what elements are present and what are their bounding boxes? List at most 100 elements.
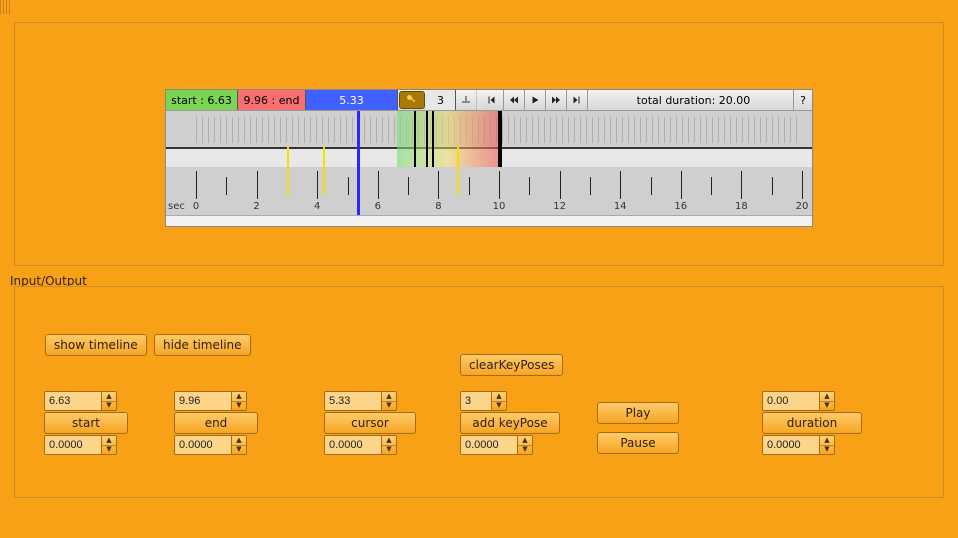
start-delta-input[interactable]: [45, 436, 101, 454]
time-axis: sec 02468101214161820: [166, 167, 812, 215]
spin-up[interactable]: ▲: [518, 436, 532, 446]
axis-tick-label: 10: [493, 201, 506, 212]
spin-down[interactable]: ▼: [518, 446, 532, 455]
duration-value-spin[interactable]: ▲▼: [762, 391, 835, 411]
axis-tick-label: 12: [553, 201, 566, 212]
spin-down[interactable]: ▼: [820, 402, 834, 411]
spin-up[interactable]: ▲: [232, 436, 246, 446]
end-readout[interactable]: 9.96 : end: [238, 90, 306, 110]
spin-up[interactable]: ▲: [232, 392, 246, 402]
timeline-toolbar: start : 6.63 9.96 : end 5.33 3: [166, 90, 812, 111]
spin-arrows[interactable]: ▲▼: [819, 392, 834, 410]
timeline-footer: [166, 215, 812, 226]
segment-marker: [426, 111, 428, 167]
duration-delta-input[interactable]: [763, 436, 819, 454]
add-keypose-button[interactable]: add keyPose: [460, 412, 560, 434]
spin-down[interactable]: ▼: [492, 402, 506, 411]
spin-up[interactable]: ▲: [492, 392, 506, 402]
end-button[interactable]: end: [174, 412, 258, 434]
play-button[interactable]: [525, 90, 546, 110]
pause-big-button[interactable]: Pause: [597, 432, 679, 454]
cursor-marker[interactable]: [357, 111, 360, 215]
spin-arrows[interactable]: ▲▼: [819, 436, 834, 454]
show-timeline-button[interactable]: show timeline: [45, 334, 147, 356]
axis-tick-label: 16: [674, 201, 687, 212]
end-value-input[interactable]: [175, 392, 231, 410]
start-value-input[interactable]: [45, 392, 101, 410]
keypose-icon[interactable]: [399, 91, 425, 109]
timeline-track[interactable]: sec 02468101214161820: [166, 111, 812, 215]
spin-down[interactable]: ▼: [102, 402, 116, 411]
segment-marker: [432, 111, 434, 167]
axis-tick-label: 14: [614, 201, 627, 212]
spin-arrows[interactable]: ▲▼: [101, 436, 116, 454]
forward-button[interactable]: [546, 90, 567, 110]
spin-arrows[interactable]: ▲▼: [381, 392, 396, 410]
segment-marker: [414, 111, 416, 167]
cursor-delta-input[interactable]: [325, 436, 381, 454]
hide-timeline-button[interactable]: hide timeline: [154, 334, 251, 356]
total-duration-readout: total duration: 20.00: [594, 90, 794, 110]
axis-tick-label: 8: [435, 201, 441, 212]
start-button[interactable]: start: [44, 412, 128, 434]
axis-tick-label: 6: [375, 201, 381, 212]
keypose-value-input[interactable]: [461, 392, 491, 410]
start-delta-spin[interactable]: ▲▼: [44, 435, 117, 455]
spin-up[interactable]: ▲: [102, 436, 116, 446]
axis-tick-label: 20: [796, 201, 809, 212]
end-value-spin[interactable]: ▲▼: [174, 391, 247, 411]
spin-arrows[interactable]: ▲▼: [231, 392, 246, 410]
spin-up[interactable]: ▲: [820, 436, 834, 446]
spin-up[interactable]: ▲: [102, 392, 116, 402]
spin-arrows[interactable]: ▲▼: [101, 392, 116, 410]
spin-up[interactable]: ▲: [382, 436, 396, 446]
end-delta-input[interactable]: [175, 436, 231, 454]
spin-up[interactable]: ▲: [820, 392, 834, 402]
duration-button[interactable]: duration: [762, 412, 862, 434]
forward-end-button[interactable]: [567, 90, 588, 110]
cursor-readout[interactable]: 5.33: [306, 90, 398, 110]
start-readout[interactable]: start : 6.63: [166, 90, 238, 110]
spin-arrows[interactable]: ▲▼: [231, 436, 246, 454]
start-value-spin[interactable]: ▲▼: [44, 391, 117, 411]
keypose-count-readout: 3: [426, 90, 456, 110]
rewind-start-button[interactable]: [483, 90, 504, 110]
spin-down[interactable]: ▼: [820, 446, 834, 455]
cursor-value-input[interactable]: [325, 392, 381, 410]
duration-value-input[interactable]: [763, 392, 819, 410]
keypose-marker[interactable]: [287, 147, 289, 195]
axis-tick-label: 18: [735, 201, 748, 212]
stamp-icon[interactable]: [456, 90, 477, 110]
axis-tick-label: 2: [253, 201, 259, 212]
keypose-delta-spin[interactable]: ▲▼: [460, 435, 533, 455]
rewind-button[interactable]: [504, 90, 525, 110]
keypose-value-spin[interactable]: ▲▼: [460, 391, 507, 411]
spin-down[interactable]: ▼: [232, 402, 246, 411]
spin-down[interactable]: ▼: [102, 446, 116, 455]
end-delta-spin[interactable]: ▲▼: [174, 435, 247, 455]
cursor-button[interactable]: cursor: [324, 412, 416, 434]
keypose-marker[interactable]: [457, 147, 459, 195]
window-grip[interactable]: [0, 0, 10, 14]
spin-arrows[interactable]: ▲▼: [491, 392, 506, 410]
end-marker[interactable]: [498, 111, 502, 167]
spin-up[interactable]: ▲: [382, 392, 396, 402]
timeline-widget: start : 6.63 9.96 : end 5.33 3: [165, 89, 813, 227]
keypose-marker[interactable]: [323, 147, 325, 195]
spin-down[interactable]: ▼: [382, 446, 396, 455]
help-button[interactable]: ?: [794, 90, 812, 110]
cursor-value-spin[interactable]: ▲▼: [324, 391, 397, 411]
cursor-delta-spin[interactable]: ▲▼: [324, 435, 397, 455]
spin-arrows[interactable]: ▲▼: [517, 436, 532, 454]
spin-arrows[interactable]: ▲▼: [381, 436, 396, 454]
play-big-button[interactable]: Play: [597, 402, 679, 424]
keypose-delta-input[interactable]: [461, 436, 517, 454]
spin-down[interactable]: ▼: [232, 446, 246, 455]
track-mid-strip: [166, 147, 812, 169]
io-panel: show timeline hide timeline clearKeyPose…: [14, 286, 944, 498]
axis-tick-label: 0: [193, 201, 199, 212]
spin-down[interactable]: ▼: [382, 402, 396, 411]
duration-delta-spin[interactable]: ▲▼: [762, 435, 835, 455]
clear-keyposes-button[interactable]: clearKeyPoses: [460, 354, 563, 376]
axis-tick-label: 4: [314, 201, 320, 212]
